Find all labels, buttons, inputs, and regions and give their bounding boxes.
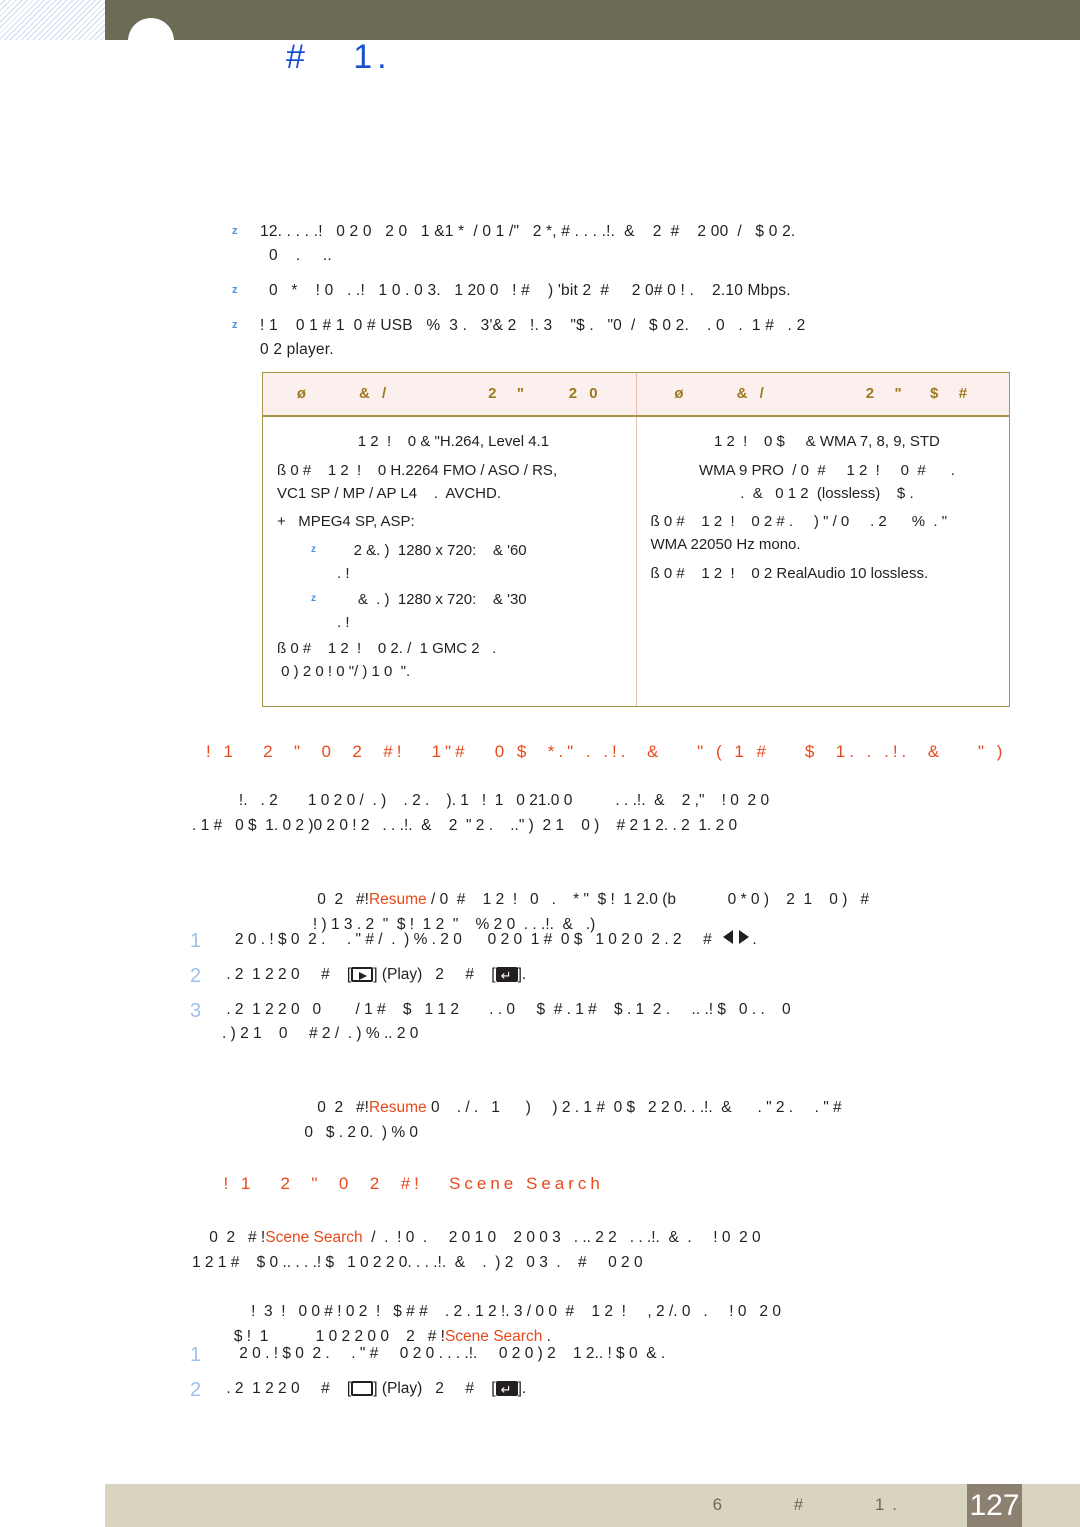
arrow-right-icon xyxy=(739,930,750,944)
note-line-1: ! 3 ! 0 0 # ! 0 2 ! $ # # . 2 . 1 2 !. 3… xyxy=(216,1303,781,1321)
page-title: # 1. xyxy=(286,38,392,76)
section-heading-scene-search: ! 1 2 " 0 2 #! Scene Search xyxy=(206,1154,604,1194)
list-item: z ! 1 0 1 # 1 0 # USB % 3 . 3'& 2 !. 3 "… xyxy=(232,314,1022,362)
resume-step-list: 1 2 0 . ! $ 0 2 . . " # / . ) % . 2 0 0 … xyxy=(190,928,1030,1054)
step-text: . 2 1 2 2 0 # [ ] (Play) 2 # [ ↵]. xyxy=(222,1377,1030,1401)
column-header-audio: ø & / 2 " $ # xyxy=(635,373,1010,415)
table-header-row: ø & / 2 " 2 0 ø & / 2 " $ # xyxy=(263,373,1009,417)
step-number: 3 xyxy=(190,1000,202,1022)
list-item: z 2 &. ) 1280 x 720: & '60 . ! xyxy=(311,540,622,585)
bullet-marker-icon: z xyxy=(232,284,238,297)
codec-spec-table: ø & / 2 " 2 0 ø & / 2 " $ # 1 2 ! 0 & "H… xyxy=(262,372,1010,707)
intro-bullet-list: z 12. . . . .! 0 2 0 2 0 1 &1 * / 0 1 /"… xyxy=(232,220,1022,373)
table-cell-audio: 1 2 ! 0 $ & WMA 7, 8, 9, STD WMA 9 PRO /… xyxy=(635,417,1010,706)
list-item: z 12. . . . .! 0 2 0 2 0 1 &1 * / 0 1 /"… xyxy=(232,220,1022,268)
footer-band xyxy=(105,1484,1080,1527)
note-prefix: 0 2 #! xyxy=(308,891,369,909)
step-text-before: . 2 1 2 2 0 # [ xyxy=(222,966,352,983)
bullet-text: 2 &. ) 1280 x 720: & '60 . ! xyxy=(337,542,527,582)
paragraph-accent-scene-search: Scene Search xyxy=(265,1229,363,1247)
resume-step3-note: 0 2 #!Resume 0 . / . 1 ) ) 2 . 1 # 0 $ 2… xyxy=(300,1070,1022,1145)
list-item: 2 . 2 1 2 2 0 # [ ] (Play) 2 # [ ↵]. xyxy=(190,963,1030,990)
enter-key-icon: ↵ xyxy=(495,1381,518,1397)
step-number: 2 xyxy=(190,965,202,987)
scene-search-step-list: 1 2 0 . ! $ 0 2 . . " # 0 2 0 . . . .!. … xyxy=(190,1342,1030,1412)
table-cell-video: 1 2 ! 0 & "H.264, Level 4.1 ß 0 # 1 2 ! … xyxy=(263,417,636,706)
step-number: 1 xyxy=(190,1344,202,1366)
page-number: 127 xyxy=(969,1489,1020,1522)
spec-line: + MPEG4 SP, ASP: xyxy=(277,513,415,531)
spec-line: ß 0 # 1 2 ! 0 2. / 1 GMC 2 . 0 ) 2 0 ! 0… xyxy=(277,640,497,680)
table-body: 1 2 ! 0 & "H.264, Level 4.1 ß 0 # 1 2 ! … xyxy=(263,417,1009,706)
spec-line: WMA 9 PRO / 0 # 1 2 ! 0 # . . & 0 1 2 (l… xyxy=(698,461,955,502)
bullet-text: 12. . . . .! 0 2 0 2 0 1 &1 * / 0 1 /" 2… xyxy=(260,223,796,265)
spec-line: 1 2 ! 0 $ & WMA 7, 8, 9, STD xyxy=(705,433,940,450)
enter-arrow-icon: ↵ xyxy=(500,968,512,983)
section-heading-resume: ! 1 2 " 0 2 #! 1"# 0 $ *." . .!. & " ( 1… xyxy=(206,742,1007,761)
footer-chapter-label: 6 # 1. xyxy=(712,1495,905,1514)
header-circle-mask xyxy=(105,40,1080,86)
step-number: 1 xyxy=(190,930,202,952)
step-text-before: . 2 1 2 2 0 # [ xyxy=(222,1380,352,1397)
step-number: 2 xyxy=(190,1379,202,1401)
list-item: 3 . 2 1 2 2 0 0 / 1 # $ 1 1 2 . . 0 $ # … xyxy=(190,998,1030,1046)
bullet-marker-icon: z xyxy=(232,225,238,237)
step-text-after: ]. xyxy=(517,966,527,983)
heading-accent-scene-search: Scene Search xyxy=(449,1174,604,1193)
bullet-marker-icon: z xyxy=(311,593,316,605)
note-accent-resume: Resume xyxy=(368,891,427,909)
bullet-text: & . ) 1280 x 720: & '30 . ! xyxy=(337,591,527,631)
header-band xyxy=(105,0,1080,40)
arrow-left-icon xyxy=(723,930,734,944)
spec-line: 1 2 ! 0 & "H.264, Level 4.1 xyxy=(349,433,550,450)
list-item: z & . ) 1280 x 720: & '30 . ! xyxy=(311,589,622,634)
scene-search-note: ! 3 ! 0 0 # ! 0 2 ! $ # # . 2 . 1 2 !. 3… xyxy=(208,1274,1022,1349)
bullet-text: ! 1 0 1 # 1 0 # USB % 3 . 3'& 2 !. 3 "$ … xyxy=(260,317,806,359)
step-text: . 2 1 2 2 0 # [ ] (Play) 2 # [ ↵]. xyxy=(222,963,1030,987)
bullet-marker-icon: z xyxy=(232,319,238,332)
box-key-icon xyxy=(351,1381,374,1396)
diagonal-hatch-pattern-icon xyxy=(0,0,105,40)
play-triangle-icon xyxy=(359,971,368,980)
step-text-after: . xyxy=(752,931,757,948)
enter-arrow-icon: ↵ xyxy=(500,1382,512,1397)
step-text-mid: ] (Play) 2 # [ xyxy=(373,1380,496,1397)
list-item: z 0 * ! 0 . .! 1 0 . 0 3. 1 20 0 ! # ) '… xyxy=(232,279,1022,303)
spec-line: ß 0 # 1 2 ! 0 H.2264 FMO / ASO / RS, VC1… xyxy=(277,461,558,502)
spec-line: ß 0 # 1 2 ! 0 2 # . ) " / 0 . 2 % . " WM… xyxy=(650,513,948,554)
column-header-video: ø & / 2 " 2 0 xyxy=(296,385,602,402)
paragraph-prefix: 0 2 # ! xyxy=(200,1229,266,1247)
step-text-before: 2 0 . ! $ 0 2 . . " # / . ) % . 2 0 0 2 … xyxy=(222,931,721,948)
bullet-marker-icon: z xyxy=(311,544,316,556)
resume-paragraph: !. . 2 1 0 2 0 / . ) . 2 . ). 1 ! 1 0 21… xyxy=(192,792,770,835)
bullet-text: 0 * ! 0 . .! 1 0 . 0 3. 1 20 0 ! # ) 'bi… xyxy=(260,282,791,300)
note-prefix: 0 2 #! xyxy=(308,1099,369,1117)
spec-line: ß 0 # 1 2 ! 0 2 RealAudio 10 lossless. xyxy=(650,564,929,582)
step-text-after: ]. xyxy=(517,1380,527,1397)
play-key-icon xyxy=(351,967,374,982)
step-text: 2 0 . ! $ 0 2 . . " # / . ) % . 2 0 0 2 … xyxy=(222,928,1030,952)
list-item: 1 2 0 . ! $ 0 2 . . " # / . ) % . 2 0 0 … xyxy=(190,928,1030,955)
list-item: 1 2 0 . ! $ 0 2 . . " # 0 2 0 . . . .!. … xyxy=(190,1342,1030,1369)
step-text: . 2 1 2 2 0 0 / 1 # $ 1 1 2 . . 0 $ # . … xyxy=(222,1001,791,1043)
list-item: 2 . 2 1 2 2 0 # [ ] (Play) 2 # [ ↵]. xyxy=(190,1377,1030,1404)
heading-prefix: ! 1 2 " 0 2 #! xyxy=(223,1174,450,1193)
step-text-mid: ] (Play) 2 # [ xyxy=(373,966,496,983)
note-accent-resume: Resume xyxy=(368,1099,427,1117)
step-text: 2 0 . ! $ 0 2 . . " # 0 2 0 . . . .!. 0 … xyxy=(222,1345,666,1362)
scene-search-paragraph: 0 2 # !Scene Search / . ! 0 . 2 0 1 0 2 … xyxy=(192,1200,1020,1275)
resume-note: 0 2 #!Resume / 0 # 1 2 ! 0 . * " $ ! 1 2… xyxy=(300,862,1022,937)
enter-key-icon: ↵ xyxy=(495,967,518,983)
